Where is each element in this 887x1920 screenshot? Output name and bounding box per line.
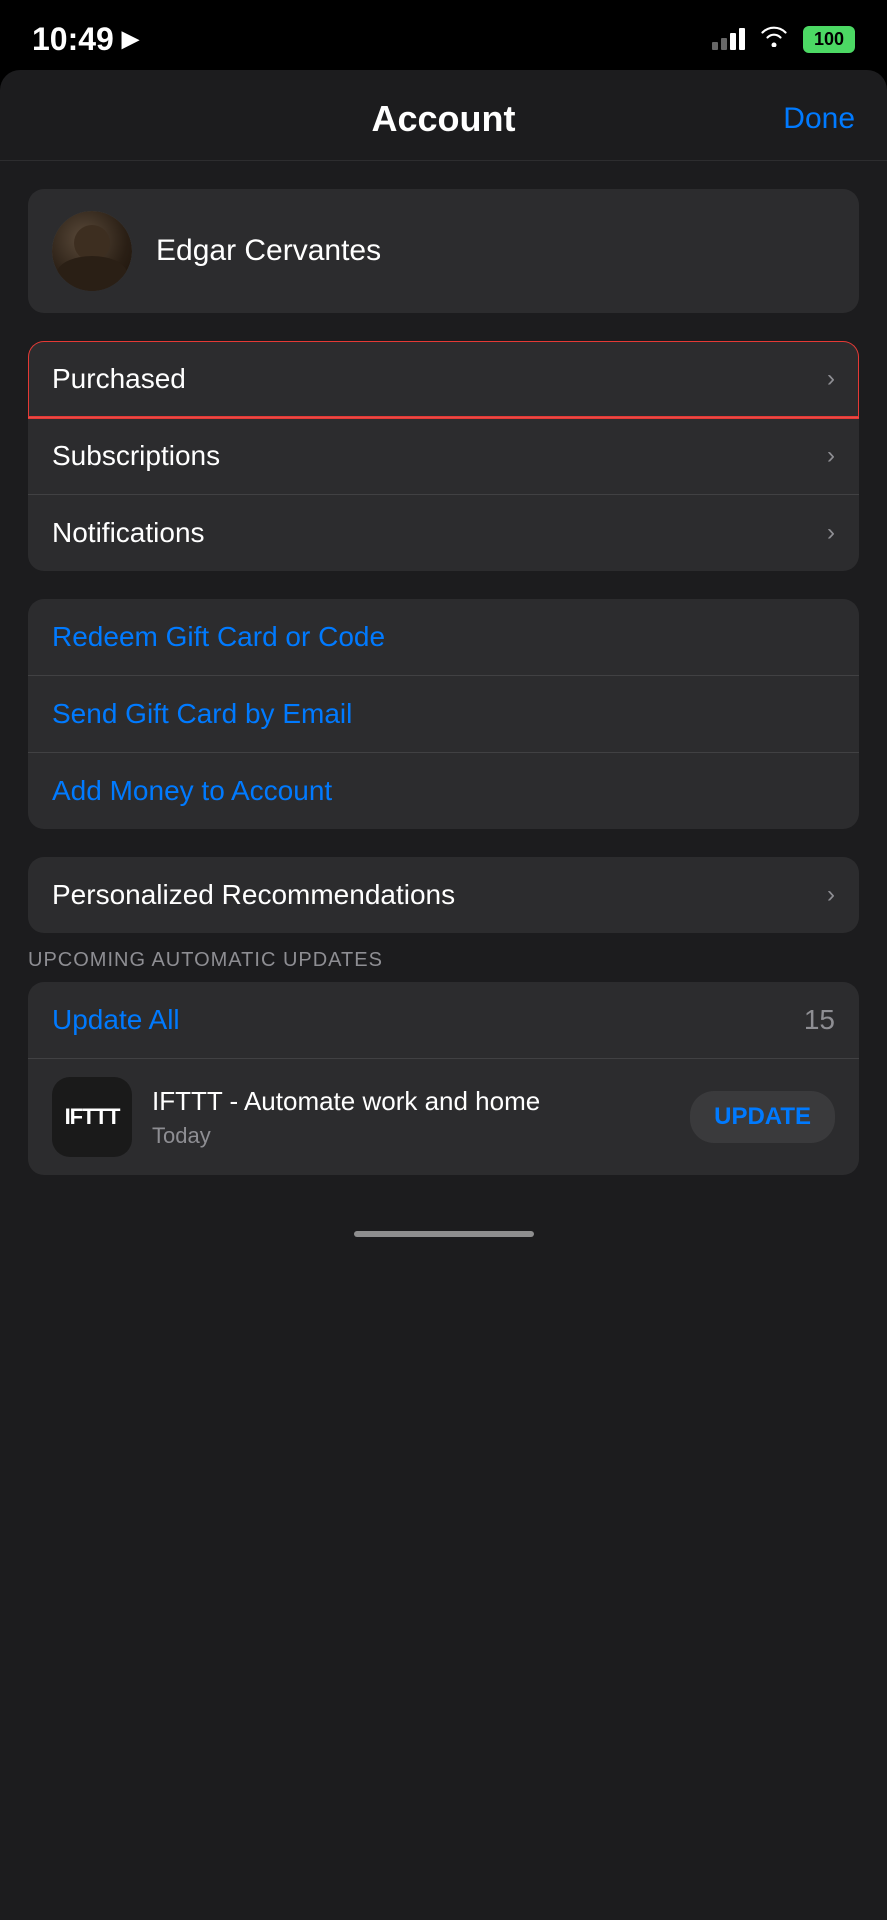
gift-card-section: Redeem Gift Card or Code Send Gift Card … bbox=[28, 599, 859, 829]
send-gift-label: Send Gift Card by Email bbox=[52, 698, 352, 730]
updates-section: UPCOMING AUTOMATIC UPDATES Update All 15… bbox=[0, 933, 887, 1175]
battery-indicator: 100 bbox=[803, 26, 855, 53]
recommendations-label: Personalized Recommendations bbox=[52, 879, 455, 911]
avatar-image bbox=[52, 211, 132, 291]
recommendations-row[interactable]: Personalized Recommendations › bbox=[28, 857, 859, 933]
page-title: Account bbox=[372, 98, 516, 140]
updates-card: Update All 15 IFTTT IFTTT - Automate wor… bbox=[28, 982, 859, 1175]
status-bar: 10:49 ▶ 100 bbox=[0, 0, 887, 70]
update-button[interactable]: UPDATE bbox=[690, 1091, 835, 1143]
purchased-label: Purchased bbox=[52, 363, 186, 395]
signal-icon bbox=[712, 28, 745, 50]
wifi-icon bbox=[759, 25, 789, 53]
home-bar bbox=[354, 1231, 534, 1237]
chevron-right-icon: › bbox=[827, 881, 835, 909]
profile-card: Edgar Cervantes bbox=[28, 189, 859, 313]
updates-card-wrapper: Update All 15 IFTTT IFTTT - Automate wor… bbox=[28, 982, 859, 1175]
app-row: IFTTT IFTTT - Automate work and home Tod… bbox=[28, 1058, 859, 1175]
profile-section: Edgar Cervantes bbox=[28, 189, 859, 313]
chevron-right-icon: › bbox=[827, 519, 835, 547]
avatar bbox=[52, 211, 132, 291]
profile-row[interactable]: Edgar Cervantes bbox=[28, 189, 859, 313]
status-time: 10:49 ▶ bbox=[32, 21, 139, 58]
update-all-label: Update All bbox=[52, 1004, 180, 1036]
subscriptions-row[interactable]: Subscriptions › bbox=[28, 417, 859, 494]
done-button[interactable]: Done bbox=[783, 102, 855, 136]
home-indicator bbox=[0, 1215, 887, 1247]
recommendations-section: Personalized Recommendations › bbox=[28, 857, 859, 933]
notifications-row[interactable]: Notifications › bbox=[28, 494, 859, 571]
app-name: IFTTT - Automate work and home bbox=[152, 1085, 670, 1119]
main-content: Account Done Edgar Cervantes Purchased ›… bbox=[0, 70, 887, 1920]
update-all-row[interactable]: Update All 15 bbox=[28, 982, 859, 1058]
chevron-right-icon: › bbox=[827, 365, 835, 393]
profile-name: Edgar Cervantes bbox=[156, 234, 381, 268]
update-count: 15 bbox=[804, 1004, 835, 1036]
navigation-bar: Account Done bbox=[0, 70, 887, 161]
chevron-right-icon: › bbox=[827, 442, 835, 470]
purchased-row[interactable]: Purchased › bbox=[28, 341, 859, 417]
status-right-icons: 100 bbox=[712, 25, 855, 53]
app-date: Today bbox=[152, 1123, 670, 1149]
updates-section-label: UPCOMING AUTOMATIC UPDATES bbox=[0, 933, 887, 982]
menu-section: Purchased › Subscriptions › Notification… bbox=[28, 341, 859, 571]
time-display: 10:49 bbox=[32, 21, 114, 58]
recommendations-card: Personalized Recommendations › bbox=[28, 857, 859, 933]
gift-card-card: Redeem Gift Card or Code Send Gift Card … bbox=[28, 599, 859, 829]
redeem-gift-card-row[interactable]: Redeem Gift Card or Code bbox=[28, 599, 859, 675]
add-money-label: Add Money to Account bbox=[52, 775, 332, 807]
location-icon: ▶ bbox=[122, 26, 139, 52]
menu-card: Purchased › Subscriptions › Notification… bbox=[28, 341, 859, 571]
notifications-label: Notifications bbox=[52, 517, 205, 549]
app-icon: IFTTT bbox=[52, 1077, 132, 1157]
redeem-label: Redeem Gift Card or Code bbox=[52, 621, 385, 653]
subscriptions-label: Subscriptions bbox=[52, 440, 220, 472]
add-money-row[interactable]: Add Money to Account bbox=[28, 752, 859, 829]
app-info: IFTTT - Automate work and home Today bbox=[152, 1085, 670, 1149]
send-gift-card-row[interactable]: Send Gift Card by Email bbox=[28, 675, 859, 752]
